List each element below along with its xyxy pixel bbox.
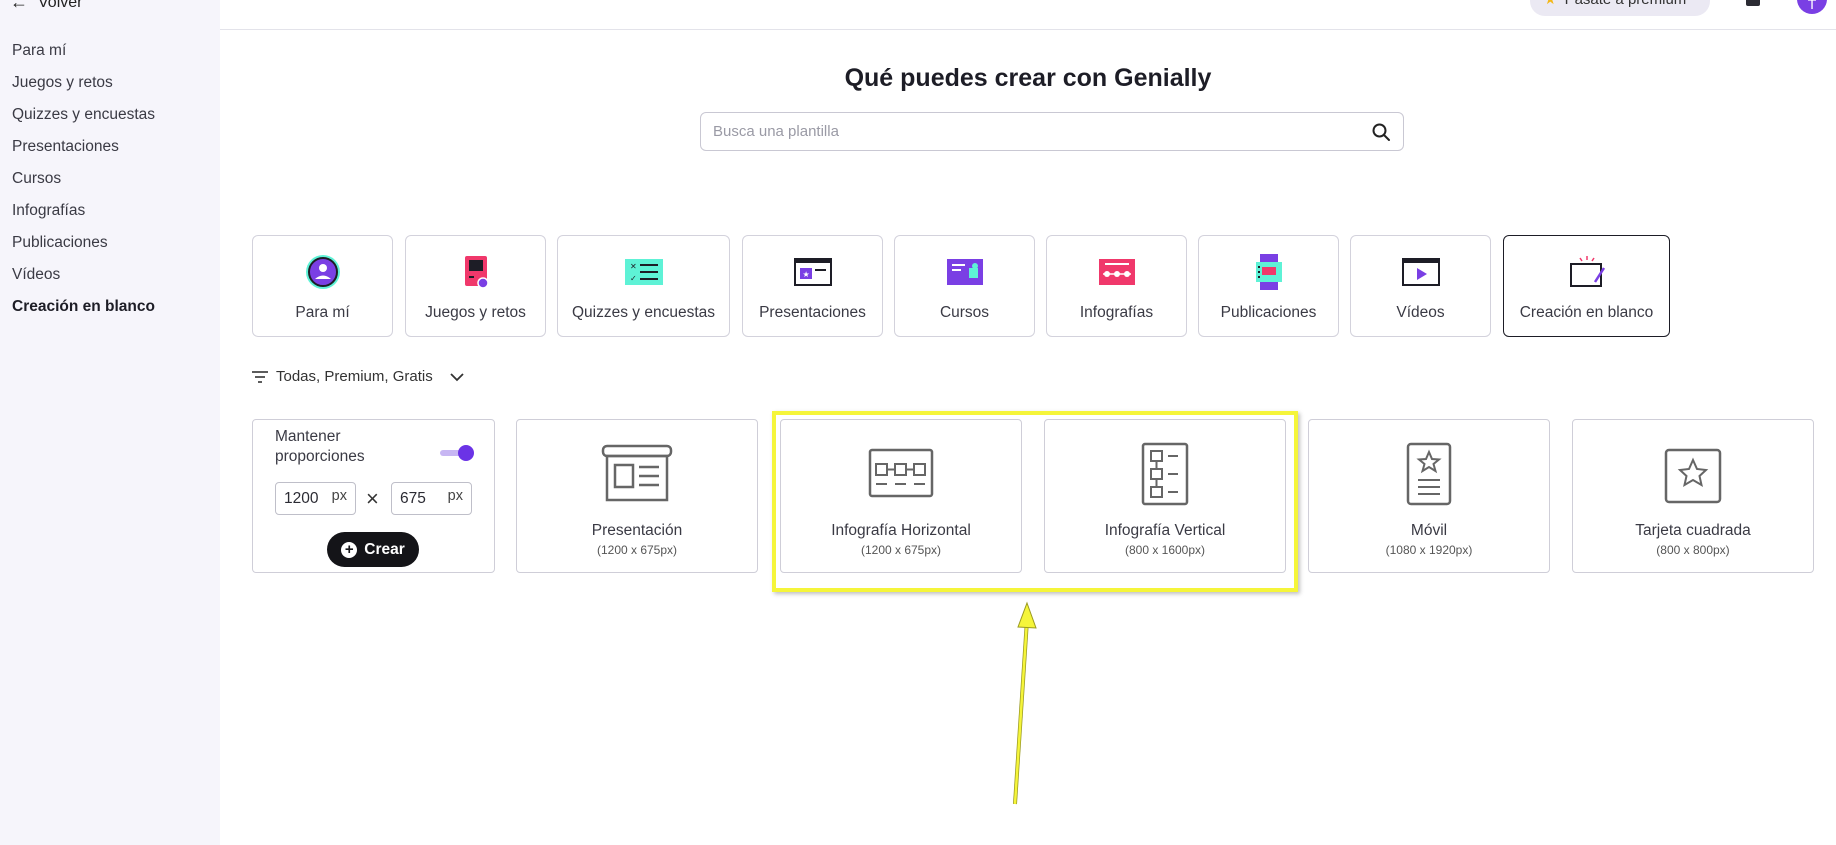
template-infografia-horizontal[interactable]: Infografía Horizontal (1200 x 675px) xyxy=(780,419,1022,573)
template-movil[interactable]: Móvil (1080 x 1920px) xyxy=(1308,419,1550,573)
sidebar: ← Volver Para mí Juegos y retos Quizzes … xyxy=(0,0,220,845)
vertical-infographic-icon xyxy=(1141,442,1189,506)
category-label: Quizzes y encuestas xyxy=(571,304,715,321)
filter-label: Todas, Premium, Gratis xyxy=(276,368,433,385)
chevron-down-icon xyxy=(450,372,464,381)
filter-icon xyxy=(252,370,268,383)
search-box xyxy=(700,112,1404,151)
template-presentacion[interactable]: Presentación (1200 x 675px) xyxy=(516,419,758,573)
sidebar-item-infografias[interactable]: Infografías xyxy=(12,200,155,232)
premium-button[interactable]: ★ Pásate a premium xyxy=(1530,0,1710,16)
height-field[interactable]: 675 px xyxy=(391,482,472,515)
mobile-icon xyxy=(1406,442,1452,506)
category-creacion-en-blanco[interactable]: Creación en blanco xyxy=(1503,235,1670,337)
template-size: (1080 x 1920px) xyxy=(1385,543,1473,557)
template-tarjeta-cuadrada[interactable]: Tarjeta cuadrada (800 x 800px) xyxy=(1572,419,1814,573)
template-size: (800 x 800px) xyxy=(1656,543,1730,557)
filter-dropdown[interactable]: Todas, Premium, Gratis xyxy=(252,368,465,385)
category-label: Vídeos xyxy=(1396,304,1445,321)
custom-size-card: Mantener proporciones 1200 px × 675 px +… xyxy=(252,419,495,573)
back-arrow-icon: ← xyxy=(10,0,28,12)
premium-label: Pásate a premium xyxy=(1565,0,1687,8)
width-value: 1200 xyxy=(284,489,319,507)
sidebar-item-para-mi[interactable]: Para mí xyxy=(12,40,155,72)
category-publicaciones[interactable]: Publicaciones xyxy=(1198,235,1339,337)
template-size: (1200 x 675px) xyxy=(596,543,678,557)
category-para-mi[interactable]: Para mí xyxy=(252,235,393,337)
category-quizzes[interactable]: ✕ ✓ Quizzes y encuestas xyxy=(557,235,730,337)
keep-proportions-label: Mantener proporciones xyxy=(275,428,365,465)
sidebar-nav: Para mí Juegos y retos Quizzes y encuest… xyxy=(12,40,155,328)
back-link[interactable]: ← Volver xyxy=(10,0,82,13)
category-label: Publicaciones xyxy=(1220,304,1317,321)
create-label: Crear xyxy=(364,540,405,558)
template-infografia-vertical[interactable]: Infografía Vertical (800 x 1600px) xyxy=(1044,419,1286,573)
width-unit: px xyxy=(331,487,347,504)
category-presentaciones[interactable]: ★ Presentaciones xyxy=(742,235,883,337)
star-icon: ★ xyxy=(1544,0,1557,8)
category-label: Juegos y retos xyxy=(425,304,526,321)
sidebar-item-quizzes[interactable]: Quizzes y encuestas xyxy=(12,104,155,136)
template-name: Móvil xyxy=(1410,522,1448,539)
category-cursos[interactable]: Cursos xyxy=(894,235,1035,337)
infographic-icon xyxy=(1098,259,1135,285)
svg-text:★: ★ xyxy=(802,270,809,279)
sidebar-item-juegos[interactable]: Juegos y retos xyxy=(12,72,155,104)
presentation-icon: ★ xyxy=(793,258,832,286)
game-console-icon xyxy=(464,256,489,289)
sidebar-item-cursos[interactable]: Cursos xyxy=(12,168,155,200)
annotation-arrow xyxy=(1013,601,1037,805)
svg-text:✕: ✕ xyxy=(630,262,637,271)
back-label: Volver xyxy=(38,0,83,11)
template-name: Presentación xyxy=(591,522,683,539)
category-juegos[interactable]: Juegos y retos xyxy=(405,235,546,337)
category-label: Creación en blanco xyxy=(1519,304,1654,321)
square-card-icon xyxy=(1664,448,1722,504)
category-label: Cursos xyxy=(939,304,990,321)
width-field[interactable]: 1200 px xyxy=(275,482,356,515)
height-unit: px xyxy=(447,487,463,504)
notifications-bell-icon[interactable] xyxy=(1746,0,1760,6)
create-button[interactable]: + Crear xyxy=(327,532,419,567)
times-icon: × xyxy=(366,486,379,511)
blank-canvas-icon xyxy=(1569,256,1605,287)
user-circle-icon xyxy=(305,255,340,289)
category-infografias[interactable]: Infografías xyxy=(1046,235,1187,337)
template-name: Infografía Horizontal xyxy=(831,522,971,539)
sidebar-item-videos[interactable]: Vídeos xyxy=(12,264,155,296)
category-label: Infografías xyxy=(1079,304,1154,321)
publication-icon xyxy=(1255,254,1282,290)
presentation-layout-icon xyxy=(601,444,673,502)
plus-circle-icon: + xyxy=(341,541,358,558)
template-name: Tarjeta cuadrada xyxy=(1635,522,1751,539)
template-name: Infografía Vertical xyxy=(1104,522,1226,539)
horizontal-infographic-icon xyxy=(868,448,934,498)
search-icon[interactable] xyxy=(1371,122,1391,142)
category-videos[interactable]: Vídeos xyxy=(1350,235,1491,337)
template-size: (1200 x 675px) xyxy=(860,543,942,557)
sidebar-item-publicaciones[interactable]: Publicaciones xyxy=(12,232,155,264)
svg-text:✓: ✓ xyxy=(630,274,637,283)
video-play-icon xyxy=(1401,258,1440,286)
quiz-list-icon: ✕ ✓ xyxy=(624,259,663,285)
category-label: Para mí xyxy=(295,304,350,321)
keep-proportions-toggle[interactable] xyxy=(440,445,474,463)
template-size: (800 x 1600px) xyxy=(1124,543,1206,557)
page-title: Qué puedes crear con Genially xyxy=(844,64,1212,92)
toggle-knob xyxy=(458,445,474,461)
sidebar-item-presentaciones[interactable]: Presentaciones xyxy=(12,136,155,168)
course-icon xyxy=(946,259,983,285)
category-label: Presentaciones xyxy=(759,304,866,321)
sidebar-item-creacion-en-blanco[interactable]: Creación en blanco xyxy=(12,296,155,328)
search-input[interactable] xyxy=(713,123,1371,140)
height-value: 675 xyxy=(400,489,426,507)
